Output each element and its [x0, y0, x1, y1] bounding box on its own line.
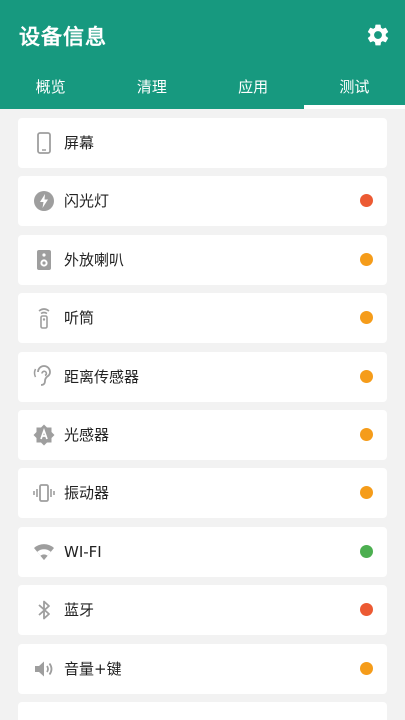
item-label: 闪光灯	[64, 192, 110, 211]
tab-apps[interactable]: 应用	[203, 68, 304, 109]
list-item-screen[interactable]: 屏幕	[18, 118, 387, 168]
item-label: 屏幕	[64, 134, 95, 152]
status-dot	[360, 194, 373, 208]
list-item-speaker[interactable]: 外放喇叭	[18, 234, 387, 285]
status-dot	[360, 311, 373, 325]
item-label: 听筒	[64, 309, 95, 328]
status-dot	[360, 369, 373, 383]
phone-screen-icon	[37, 132, 51, 154]
list-item-volume-up[interactable]: 音量+键	[18, 643, 387, 694]
vibration-icon	[33, 484, 55, 503]
tab-bar: 概览 清理 应用 测试	[0, 68, 405, 109]
gear-icon[interactable]	[365, 22, 391, 48]
item-label: 振动器	[64, 484, 110, 503]
test-list: 屏幕 闪光灯 外放喇叭 听筒 距离传感器 光感器 振动器 WI-FI 蓝牙 音量…	[18, 118, 387, 720]
list-item-next[interactable]	[18, 701, 387, 720]
status-dot	[360, 661, 373, 675]
tab-clean[interactable]: 清理	[101, 68, 202, 109]
list-item-bluetooth[interactable]: 蓝牙	[18, 585, 387, 636]
status-dot	[360, 427, 373, 441]
status-dot	[360, 544, 373, 558]
proximity-ear-icon	[33, 364, 51, 386]
tab-overview[interactable]: 概览	[0, 68, 101, 109]
app-bar: 设备信息 概览 清理 应用 测试	[0, 0, 405, 109]
volume-icon	[35, 661, 53, 677]
status-dot	[360, 252, 373, 266]
item-label: 音量+键	[64, 659, 122, 678]
flash-icon	[34, 191, 54, 212]
page-title: 设备信息	[19, 25, 107, 49]
list-item-earpiece[interactable]: 听筒	[18, 293, 387, 344]
earpiece-icon	[38, 308, 50, 329]
item-label: WI-FI	[64, 542, 102, 561]
list-item-proximity-sensor[interactable]: 距离传感器	[18, 351, 387, 402]
tab-test[interactable]: 测试	[303, 68, 405, 109]
list-item-vibrator[interactable]: 振动器	[18, 468, 387, 519]
status-dot	[360, 603, 373, 617]
status-dot	[360, 486, 373, 500]
item-label: 距离传感器	[64, 367, 140, 386]
light-sensor-icon	[33, 424, 55, 446]
list-item-flash[interactable]: 闪光灯	[18, 176, 387, 227]
list-item-light-sensor[interactable]: 光感器	[18, 409, 387, 460]
item-label: 外放喇叭	[64, 250, 125, 269]
item-label: 蓝牙	[64, 601, 95, 620]
item-label: 光感器	[64, 425, 110, 444]
list-item-wifi[interactable]: WI-FI	[18, 526, 387, 577]
wifi-icon	[34, 543, 54, 560]
bluetooth-icon	[38, 600, 50, 620]
speaker-icon	[37, 249, 51, 270]
